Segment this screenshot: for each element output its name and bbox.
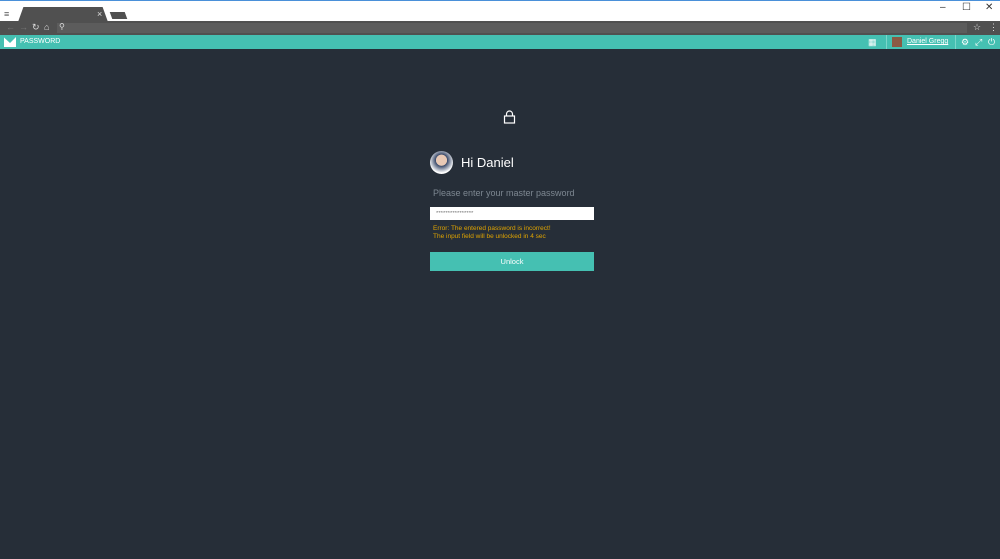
power-icon[interactable]: ⏻ bbox=[988, 37, 995, 48]
app-title: PASSWORD bbox=[20, 38, 61, 45]
user-avatar-large bbox=[430, 151, 453, 174]
settings-gear-icon[interactable]: ⚙ bbox=[961, 37, 969, 48]
greeting: Hi Daniel bbox=[430, 151, 514, 174]
unlock-button[interactable]: Unlock bbox=[430, 252, 594, 271]
apps-grid-icon[interactable]: ▦ bbox=[868, 37, 877, 48]
bookmark-star-icon[interactable]: ☆ bbox=[973, 22, 981, 33]
app-header: PASSWORD ▦ Daniel Gregg ⚙ ⤢ ⏻ bbox=[0, 35, 1000, 49]
user-name-link[interactable]: Daniel Gregg bbox=[907, 38, 948, 45]
master-password-input[interactable] bbox=[430, 207, 594, 220]
lock-icon bbox=[503, 110, 516, 124]
divider bbox=[886, 35, 887, 49]
forward-icon[interactable]: → bbox=[19, 22, 28, 32]
tab-close-icon[interactable]: × bbox=[97, 9, 102, 19]
new-tab-button[interactable] bbox=[109, 12, 128, 19]
divider bbox=[955, 35, 956, 49]
address-bar[interactable]: ⚲ bbox=[57, 22, 967, 33]
fullscreen-icon[interactable]: ⤢ bbox=[975, 37, 982, 48]
close-window-button[interactable]: ✕ bbox=[985, 2, 993, 13]
browser-titlebar: ≡ × – ☐ ✕ bbox=[0, 0, 1000, 22]
browser-tab[interactable] bbox=[18, 7, 108, 22]
password-prompt: Please enter your master password bbox=[433, 188, 575, 198]
error-line: Error: The entered password is incorrect… bbox=[433, 225, 551, 232]
lockout-countdown: The input field will be unlocked in 4 se… bbox=[433, 233, 546, 240]
browser-more-icon[interactable]: ⋮ bbox=[989, 22, 998, 33]
mail-logo-icon bbox=[4, 37, 16, 47]
search-icon: ⚲ bbox=[59, 22, 65, 31]
error-message: Error: The entered password is incorrect… bbox=[433, 225, 551, 241]
browser-toolbar: ← → ↻ ⌂ ⚲ ☆ ⋮ bbox=[0, 21, 1000, 35]
back-icon[interactable]: ← bbox=[6, 22, 15, 32]
browser-menu-icon[interactable]: ≡ bbox=[4, 9, 9, 19]
greeting-text: Hi Daniel bbox=[461, 155, 514, 170]
maximize-button[interactable]: ☐ bbox=[962, 2, 971, 13]
user-avatar[interactable] bbox=[892, 37, 902, 47]
minimize-button[interactable]: – bbox=[940, 2, 946, 13]
home-icon[interactable]: ⌂ bbox=[44, 22, 49, 32]
reload-icon[interactable]: ↻ bbox=[32, 22, 40, 33]
